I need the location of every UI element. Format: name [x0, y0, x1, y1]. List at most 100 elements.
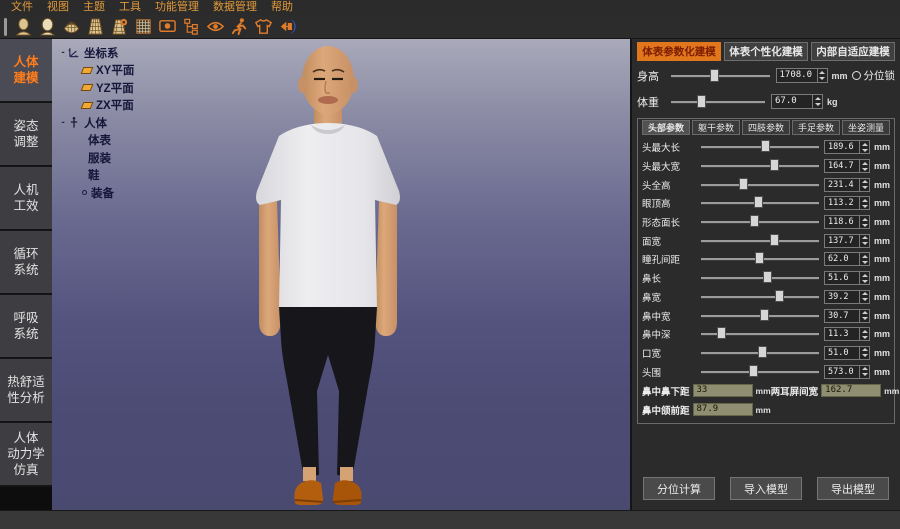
- height-slider-track[interactable]: [671, 75, 770, 77]
- param-slider-handle[interactable]: [770, 159, 779, 171]
- exit-arrow-icon[interactable]: [276, 16, 298, 38]
- percentile-lock[interactable]: 分位锁: [852, 68, 896, 83]
- spin-down-icon[interactable]: [860, 241, 869, 247]
- param-slider-handle[interactable]: [755, 252, 764, 264]
- menu-item[interactable]: 文件: [4, 0, 40, 15]
- spin-down-icon[interactable]: [860, 334, 869, 340]
- param-tab-坐姿测量[interactable]: 坐姿测量: [842, 120, 890, 135]
- height-value[interactable]: 1708.0: [777, 69, 817, 82]
- param-slider-track[interactable]: [701, 165, 819, 167]
- height-slider-handle[interactable]: [710, 69, 719, 82]
- param-slider-track[interactable]: [701, 296, 819, 298]
- eye-icon[interactable]: [204, 16, 226, 38]
- field-input[interactable]: 33: [693, 384, 753, 397]
- param-value[interactable]: 137.7: [825, 235, 859, 247]
- tree-item-人体[interactable]: -人体: [58, 114, 134, 132]
- param-spinbox[interactable]: 189.6: [824, 140, 870, 154]
- sidebar-item-1[interactable]: 人体 建模: [0, 39, 52, 103]
- radio-icon[interactable]: [852, 71, 861, 80]
- tree-item-ZX平面[interactable]: ZX平面: [58, 97, 134, 115]
- param-slider[interactable]: [701, 290, 819, 304]
- spin-down-icon[interactable]: [860, 316, 869, 322]
- param-slider[interactable]: [701, 234, 819, 248]
- menu-item[interactable]: 功能管理: [148, 0, 206, 15]
- toolbar-grip[interactable]: [4, 18, 7, 36]
- weight-slider[interactable]: [671, 95, 765, 109]
- param-slider[interactable]: [701, 252, 819, 266]
- param-spinbox[interactable]: 164.7: [824, 159, 870, 173]
- param-value[interactable]: 30.7: [825, 310, 859, 322]
- spin-down-icon[interactable]: [860, 222, 869, 228]
- param-spinbox[interactable]: 11.3: [824, 327, 870, 341]
- weight-value[interactable]: 67.0: [772, 95, 812, 108]
- tree-toggle-icon[interactable]: -: [58, 117, 68, 128]
- menu-item[interactable]: 数据管理: [206, 0, 264, 15]
- param-slider-track[interactable]: [701, 371, 819, 373]
- param-slider[interactable]: [701, 346, 819, 360]
- param-value[interactable]: 62.0: [825, 253, 859, 265]
- viewport-3d[interactable]: -坐标系XY平面YZ平面ZX平面-人体体表服装鞋装备: [52, 39, 630, 510]
- param-value[interactable]: 51.6: [825, 272, 859, 284]
- param-slider[interactable]: [701, 178, 819, 192]
- sidebar-item-6[interactable]: 热舒适 性分析: [0, 359, 52, 423]
- tree-item-坐标系[interactable]: -坐标系: [58, 44, 134, 62]
- param-slider-handle[interactable]: [775, 290, 784, 302]
- tree-item-体表[interactable]: 体表: [58, 132, 134, 150]
- param-value[interactable]: 39.2: [825, 291, 859, 303]
- param-slider[interactable]: [701, 327, 819, 341]
- spin-down-icon[interactable]: [860, 203, 869, 209]
- param-value[interactable]: 11.3: [825, 328, 859, 340]
- param-spinbox[interactable]: 231.4: [824, 178, 870, 192]
- param-value[interactable]: 164.7: [825, 160, 859, 172]
- param-slider[interactable]: [701, 215, 819, 229]
- sidebar-item-2[interactable]: 姿态 调整: [0, 103, 52, 167]
- display-icon[interactable]: [156, 16, 178, 38]
- param-slider-handle[interactable]: [758, 346, 767, 358]
- spin-down-icon[interactable]: [860, 166, 869, 172]
- tree-item-YZ平面[interactable]: YZ平面: [58, 79, 134, 97]
- param-value[interactable]: 189.6: [825, 141, 859, 153]
- param-value[interactable]: 113.2: [825, 197, 859, 209]
- param-tab-手足参数[interactable]: 手足参数: [792, 120, 840, 135]
- param-slider-handle[interactable]: [760, 309, 769, 321]
- param-slider-track[interactable]: [701, 221, 819, 223]
- param-slider-handle[interactable]: [717, 327, 726, 339]
- param-spinbox[interactable]: 51.6: [824, 271, 870, 285]
- spin-down-icon[interactable]: [860, 185, 869, 191]
- param-tab-四肢参数[interactable]: 四肢参数: [742, 120, 790, 135]
- garment-gear-icon[interactable]: [108, 16, 130, 38]
- tree-item-装备[interactable]: 装备: [58, 184, 134, 202]
- mannequin-front-icon[interactable]: [12, 16, 34, 38]
- sidebar-item-5[interactable]: 呼吸 系统: [0, 295, 52, 359]
- spin-down-icon[interactable]: [860, 297, 869, 303]
- param-tab-躯干参数[interactable]: 躯干参数: [692, 120, 740, 135]
- tree-item-鞋[interactable]: 鞋: [58, 167, 134, 185]
- tree-toggle-icon[interactable]: -: [58, 47, 68, 58]
- tree-item-XY平面[interactable]: XY平面: [58, 62, 134, 80]
- hair-mesh-icon[interactable]: [60, 16, 82, 38]
- spin-down-icon[interactable]: [860, 278, 869, 284]
- spin-down-icon[interactable]: [818, 76, 827, 83]
- param-slider-track[interactable]: [701, 184, 819, 186]
- menu-item[interactable]: 工具: [112, 0, 148, 15]
- param-value[interactable]: 231.4: [825, 179, 859, 191]
- param-slider-handle[interactable]: [763, 271, 772, 283]
- height-spinbox[interactable]: 1708.0: [776, 68, 828, 83]
- param-slider[interactable]: [701, 365, 819, 379]
- menu-item[interactable]: 主题: [76, 0, 112, 15]
- param-slider-track[interactable]: [701, 277, 819, 279]
- button-导出模型[interactable]: 导出模型: [817, 477, 889, 500]
- param-slider[interactable]: [701, 196, 819, 210]
- param-value[interactable]: 51.0: [825, 347, 859, 359]
- runner-icon[interactable]: [228, 16, 250, 38]
- sidebar-item-3[interactable]: 人机 工效: [0, 167, 52, 231]
- human-model-3d[interactable]: [52, 39, 630, 510]
- param-slider[interactable]: [701, 140, 819, 154]
- param-spinbox[interactable]: 39.2: [824, 290, 870, 304]
- spin-down-icon[interactable]: [860, 147, 869, 153]
- param-slider-handle[interactable]: [749, 365, 758, 377]
- param-spinbox[interactable]: 51.0: [824, 346, 870, 360]
- tab-内部自适应建模[interactable]: 内部自适应建模: [811, 42, 895, 61]
- param-slider[interactable]: [701, 159, 819, 173]
- param-slider-handle[interactable]: [761, 140, 770, 152]
